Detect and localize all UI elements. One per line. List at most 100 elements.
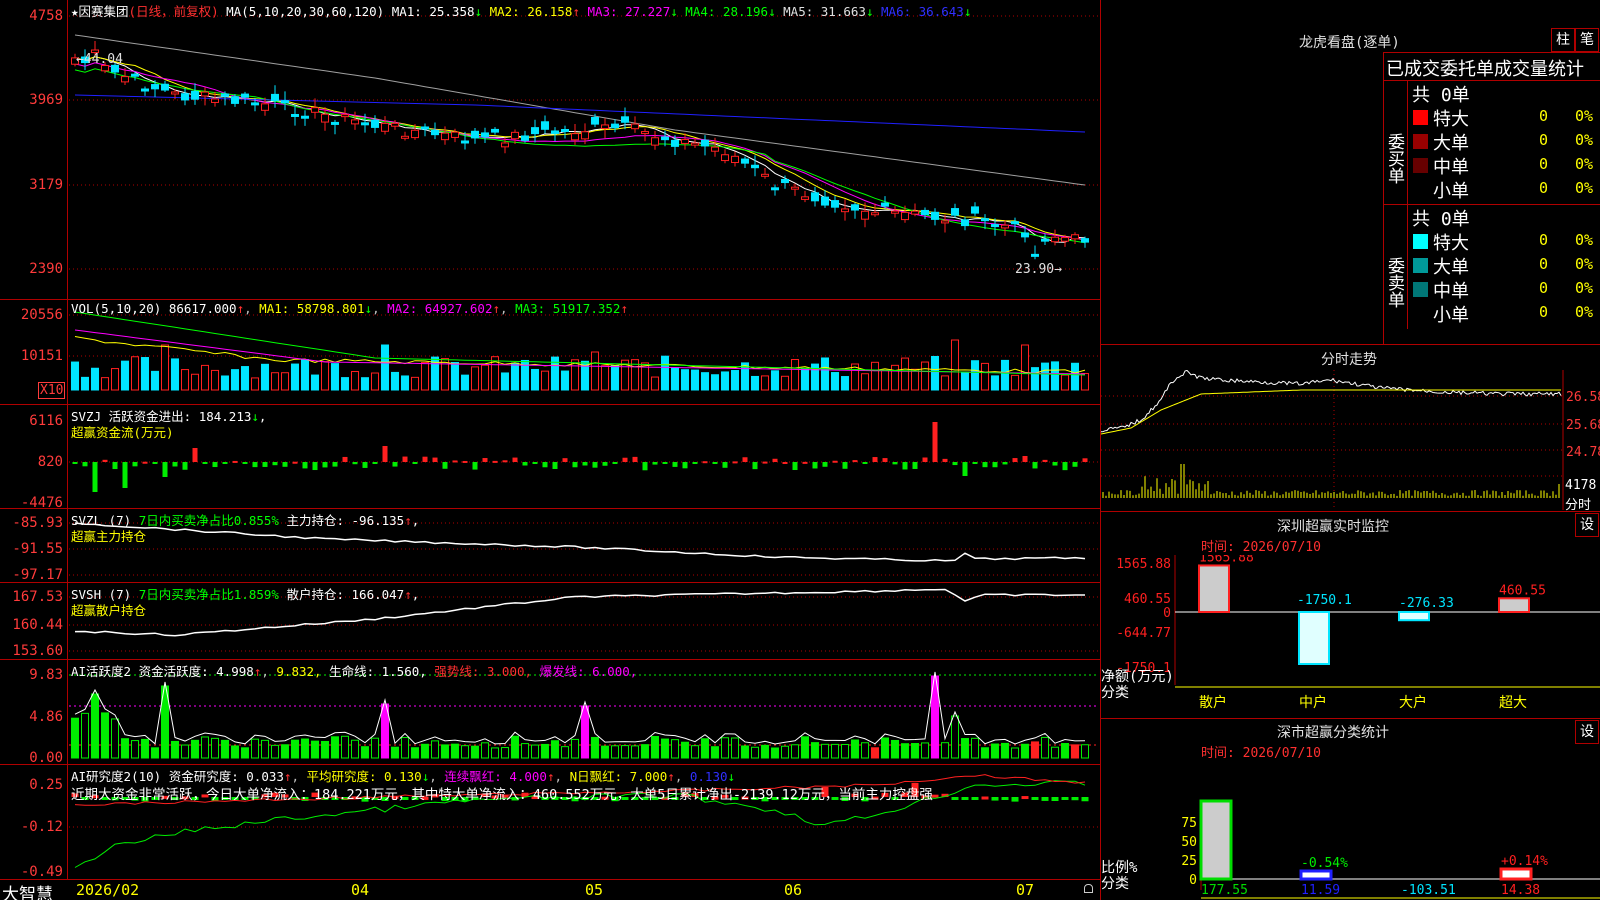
volume-bar xyxy=(761,375,769,391)
order-color-swatch xyxy=(1413,258,1428,273)
order-stats-box: 已成交委托单成交量统计 委买单 共 0单 委卖单 共 0单 xyxy=(1383,52,1600,344)
flow-bar xyxy=(932,422,938,462)
volume-bar xyxy=(881,369,889,391)
volume-pane[interactable]: 20556 10151 X10 VOL(5,10,20) 86617.000↑,… xyxy=(0,300,1100,405)
candle-body xyxy=(901,211,909,221)
flow-bar xyxy=(512,457,518,462)
ss-stats-chart[interactable]: 75 50 25 0 比例%分类 -0.54% +0.14% 177.55 11.59 -103.… xyxy=(1101,760,1600,900)
activity-bar xyxy=(801,736,809,759)
flow-bar xyxy=(562,458,568,462)
activity-bar xyxy=(511,735,519,759)
brand-logo[interactable]: 大智慧 xyxy=(2,880,53,900)
flow-bar xyxy=(92,462,98,492)
sz-monitor-chart[interactable]: 1565.88460.550-644.77-1750.1净额(万元)分类1565… xyxy=(1101,555,1600,720)
candle-body xyxy=(951,208,959,216)
activity-bar xyxy=(421,743,429,759)
volume-bar xyxy=(211,369,219,391)
flow-bar xyxy=(1002,462,1008,465)
price-mode[interactable]: (日线，前复权) xyxy=(129,4,219,19)
sz-settings-button[interactable]: 设 xyxy=(1575,513,1599,537)
ai-activity-pane[interactable]: 9.83 4.86 0.00 AI活跃度2 资金活跃度: 4.998↑, 9.8… xyxy=(0,660,1100,765)
candle-body xyxy=(291,113,299,117)
sz-bar xyxy=(1498,597,1530,614)
order-color-swatch xyxy=(1413,182,1428,197)
flow-bar xyxy=(702,461,708,464)
activity-bar xyxy=(621,745,629,759)
intraday-chart[interactable] xyxy=(1101,370,1571,510)
flow-bar xyxy=(592,462,598,468)
volume-bar xyxy=(401,375,409,391)
bar-mode-button[interactable]: 柱 xyxy=(1551,28,1575,52)
flow-bar xyxy=(462,460,468,463)
candle-body xyxy=(931,211,939,220)
ma4-value: MA4: 28.196 xyxy=(685,4,769,19)
activity-bar xyxy=(391,746,399,759)
arrow-up-icon: ↑ xyxy=(236,301,245,316)
candle-body xyxy=(521,135,529,141)
ai-research-f2: 平均研究度: 0.130 xyxy=(306,769,422,784)
activity-bar xyxy=(291,739,299,759)
sz-ylabel: 净额(万元) xyxy=(1101,669,1174,685)
candle-body xyxy=(741,158,749,164)
activity-bar xyxy=(561,746,569,759)
candle-body xyxy=(961,219,969,227)
volume-bar xyxy=(1031,367,1039,391)
candle-body xyxy=(471,130,479,139)
activity-bar xyxy=(451,743,459,759)
activity-bar xyxy=(951,715,959,759)
ai-activity-ytick: 0.00 xyxy=(29,750,63,765)
sz-category: 大户 xyxy=(1399,694,1427,711)
flow-bar xyxy=(82,462,88,467)
order-color-swatch xyxy=(1413,158,1428,173)
lhb-title: 龙虎看盘(逐单) xyxy=(1299,35,1400,51)
flow-bar xyxy=(262,462,268,467)
activity-bar xyxy=(791,744,799,759)
ss-pct-label: +0.14% xyxy=(1501,854,1548,869)
order-row-name: 大单 xyxy=(1433,133,1469,154)
flow-bar xyxy=(102,459,108,462)
ma6-value: MA6: 36.643 xyxy=(881,4,964,19)
candle-body xyxy=(251,102,259,106)
sz-bar-value: -276.33 xyxy=(1399,596,1454,611)
candle-body xyxy=(1011,221,1019,225)
svzl-ytick: -91.55 xyxy=(12,541,63,557)
activity-bar xyxy=(1051,746,1059,759)
star-icon[interactable]: ★ xyxy=(71,4,79,19)
volume-ytick: 20556 xyxy=(20,307,63,323)
candle-body xyxy=(661,136,669,141)
price-pane[interactable]: 4758 3969 3179 2390 ★因赛集团(日线，前复权) MA(5,1… xyxy=(0,0,1100,300)
candlestick-chart[interactable] xyxy=(69,0,1099,299)
activity-bar xyxy=(781,745,789,759)
sz-ylabel: 分类 xyxy=(1101,685,1129,701)
volume-bar xyxy=(481,364,489,391)
tick-mode-button[interactable]: 笔 xyxy=(1575,28,1599,52)
candle-body xyxy=(181,93,189,101)
volume-bar xyxy=(311,374,319,391)
activity-bar xyxy=(841,743,849,759)
candle-body xyxy=(631,123,639,130)
research-bar xyxy=(1041,797,1049,801)
volume-bar xyxy=(681,369,689,391)
ai-research-pane[interactable]: 0.25 -0.12 -0.49 AI研究度2(10) 资金研究度: 0.033… xyxy=(0,765,1100,879)
svzj-ytick: 820 xyxy=(37,454,63,470)
svzj-pane[interactable]: 6116 820 -4476 SVZJ 活跃资金进出: 184.213↓, 超赢… xyxy=(0,405,1100,509)
flow-bar xyxy=(172,462,178,467)
arrow-up-icon: ↑ xyxy=(253,664,262,679)
candle-body xyxy=(601,124,609,130)
flow-bar xyxy=(992,462,998,468)
svsh-pane[interactable]: 167.53 160.44 153.60 SVSH (7) 7日内买卖净占比1.… xyxy=(0,583,1100,660)
svzl-pane[interactable]: -85.93 -91.55 -97.17 SVZL (7) 7日内买卖净占比0.… xyxy=(0,509,1100,583)
ss-settings-button[interactable]: 设 xyxy=(1575,720,1599,744)
volume-bar xyxy=(961,371,969,391)
lock-icon[interactable] xyxy=(1084,884,1093,893)
flow-bar xyxy=(802,461,808,464)
svsh-y-axis: 167.53 160.44 153.60 xyxy=(0,583,68,659)
flow-bar xyxy=(982,462,988,468)
activity-bar xyxy=(581,705,589,759)
svzl-subtitle: 超赢主力持仓 xyxy=(71,529,147,544)
volume-unit-badge: X10 xyxy=(38,382,66,399)
flow-bar xyxy=(322,462,328,468)
volume-bar xyxy=(831,372,839,391)
activity-bar xyxy=(501,747,509,759)
research-bar xyxy=(1031,797,1039,800)
